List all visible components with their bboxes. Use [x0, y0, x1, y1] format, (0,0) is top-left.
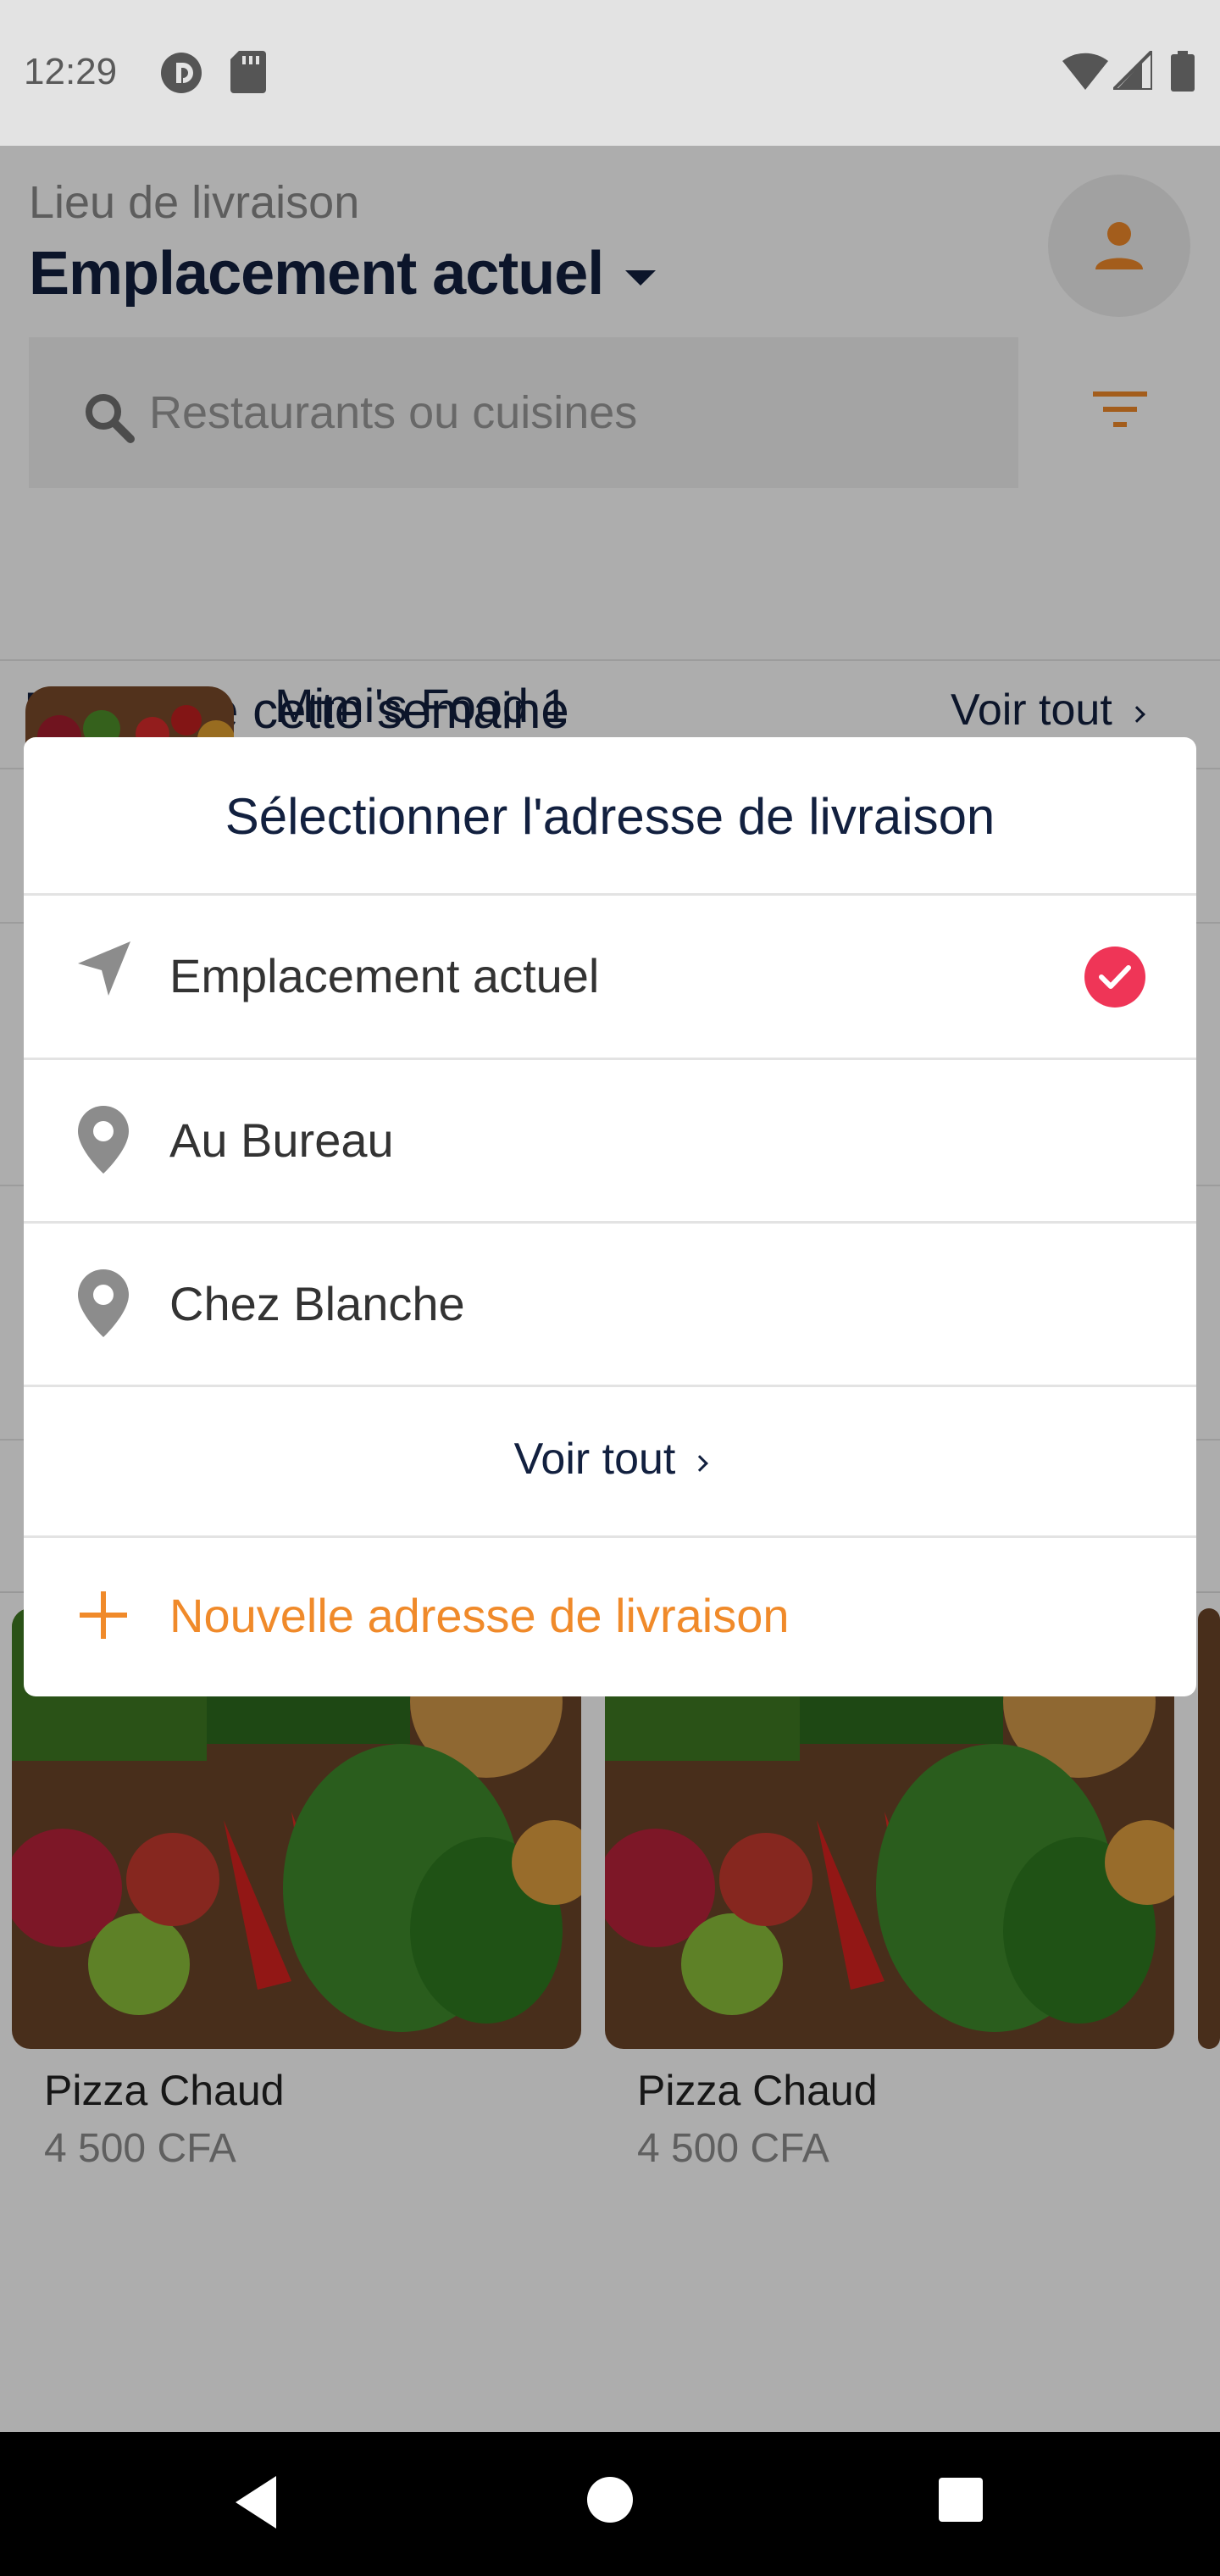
- location-pin-icon: [78, 1269, 129, 1337]
- new-address-button[interactable]: Nouvelle adresse de livraison: [24, 1539, 1196, 1696]
- location-pin-icon: [78, 1106, 129, 1174]
- dialog-title: Sélectionner l'adresse de livraison: [225, 787, 995, 845]
- address-option-current-location[interactable]: Emplacement actuel: [24, 896, 1196, 1057]
- sd-card-icon: [230, 51, 266, 93]
- cell-signal-icon: [1113, 51, 1152, 90]
- back-icon[interactable]: [230, 2473, 281, 2532]
- status-bar: 12:29: [0, 0, 1220, 146]
- battery-icon: [1171, 51, 1195, 92]
- address-label: Chez Blanche: [169, 1277, 465, 1330]
- system-nav-bar: [0, 2432, 1220, 2576]
- address-label: Emplacement actuel: [169, 949, 600, 1002]
- pocket-casts-icon: [161, 53, 202, 93]
- address-option-chez-blanche[interactable]: Chez Blanche: [24, 1224, 1196, 1385]
- see-all-addresses-link[interactable]: Voir tout: [24, 1385, 1196, 1534]
- status-time: 12:29: [24, 51, 118, 92]
- see-all-label: Voir tout: [513, 1435, 676, 1484]
- chevron-right-icon: [691, 1455, 709, 1472]
- home-icon[interactable]: [586, 2476, 634, 2523]
- wifi-icon: [1062, 53, 1108, 90]
- navigation-arrow-icon: [78, 941, 130, 996]
- address-option-au-bureau[interactable]: Au Bureau: [24, 1060, 1196, 1221]
- plus-icon: [80, 1591, 127, 1639]
- recents-icon[interactable]: [937, 2476, 984, 2523]
- new-address-label: Nouvelle adresse de livraison: [169, 1589, 790, 1642]
- address-label: Au Bureau: [169, 1113, 394, 1167]
- selected-check-icon: [1084, 947, 1145, 1008]
- address-dialog: Sélectionner l'adresse de livraison Empl…: [24, 737, 1196, 1696]
